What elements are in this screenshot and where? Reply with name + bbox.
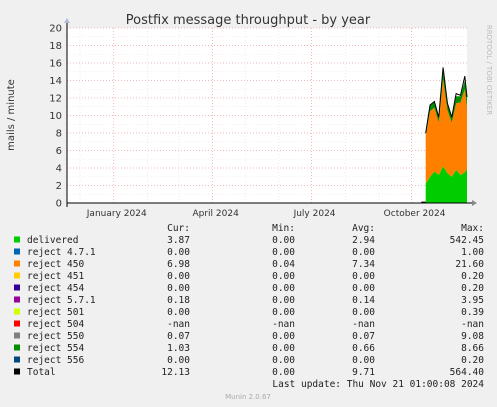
stats-value: 0.00	[272, 235, 295, 246]
y-tick-label: 2	[56, 181, 62, 192]
legend-label: reject 504	[27, 319, 84, 330]
stats-value: 7.34	[352, 259, 375, 270]
stats-value: 9.71	[352, 367, 375, 378]
stats-value: 0.00	[272, 247, 295, 258]
stats-value: 3.95	[461, 295, 484, 306]
stats-value: 0.20	[461, 283, 484, 294]
stats-value: 0.00	[272, 343, 295, 354]
stats-value: 21.60	[455, 259, 484, 270]
stats-value: 542.45	[450, 235, 484, 246]
stats-value: 564.40	[450, 367, 485, 378]
stats-value: 0.00	[167, 271, 190, 282]
stats-value: 0.20	[461, 271, 484, 282]
stats-value: 0.00	[272, 367, 295, 378]
stats-value: 1.03	[167, 343, 190, 354]
stats-value: 1.00	[461, 247, 484, 258]
stats-value: 0.00	[352, 247, 375, 258]
stats-header: Max:	[461, 223, 484, 234]
stats-value: 6.98	[167, 259, 190, 270]
legend-label: reject 556	[27, 355, 84, 366]
stats-value: 0.00	[167, 307, 190, 318]
stats-value: -nan	[167, 319, 190, 330]
stats-value: 0.00	[272, 331, 295, 342]
stats-value: 3.87	[167, 235, 190, 246]
stats-value: 0.07	[352, 331, 375, 342]
stats-value: -nan	[352, 319, 375, 330]
legend-label: reject 451	[27, 271, 84, 282]
chart-title: Postfix message throughput - by year	[126, 13, 371, 28]
stats-value: 0.00	[352, 307, 375, 318]
stats-value: 0.07	[167, 331, 190, 342]
legend-swatch	[14, 260, 20, 267]
stats-value: 0.66	[352, 343, 375, 354]
x-tick-label: January 2024	[86, 209, 147, 219]
y-tick-label: 18	[49, 41, 62, 52]
stats-value: 0.00	[167, 355, 190, 366]
stats-value: 0.14	[352, 295, 375, 306]
stats-value: 0.00	[352, 283, 375, 294]
legend-label: reject 550	[27, 331, 84, 342]
legend-label: reject 554	[27, 343, 84, 354]
stats-value: 0.00	[352, 271, 375, 282]
legend-swatch	[14, 296, 20, 303]
legend-swatch	[14, 272, 20, 279]
stats-value: 0.18	[167, 295, 190, 306]
stats-value: 8.66	[461, 343, 484, 354]
stats-value: -nan	[461, 319, 484, 330]
stats-value: 0.00	[272, 295, 295, 306]
stats-value: 0.00	[272, 355, 295, 366]
y-tick-label: 12	[49, 94, 62, 105]
legend-label: delivered	[27, 235, 78, 246]
stats-header: Avg:	[352, 223, 375, 234]
legend-swatch	[14, 248, 20, 255]
legend-label: reject 5.7.1	[27, 295, 96, 306]
stats-value: 0.04	[272, 259, 295, 270]
stats-value: 0.00	[167, 247, 190, 258]
legend-swatch	[14, 236, 20, 243]
y-tick-label: 4	[56, 164, 62, 175]
stats-value: 0.20	[461, 355, 484, 366]
y-axis-label: mails / minute	[6, 79, 17, 151]
x-tick-label: July 2024	[293, 209, 336, 219]
x-tick-label: October 2024	[384, 209, 446, 219]
stats-value: 2.94	[352, 235, 375, 246]
side-label: RRDTOOL / TOBI OETIKER	[485, 25, 493, 115]
legend-label: reject 450	[27, 259, 84, 270]
legend-swatch	[14, 308, 20, 315]
legend-swatch	[14, 356, 20, 363]
legend-swatch	[14, 320, 20, 327]
y-tick-label: 16	[49, 59, 62, 70]
y-tick-label: 14	[49, 76, 62, 87]
legend-label: reject 501	[27, 307, 84, 318]
y-tick-label: 6	[56, 146, 62, 157]
legend-swatch	[14, 332, 20, 339]
stats-value: 0.00	[272, 307, 295, 318]
x-tick-label: April 2024	[192, 209, 239, 219]
y-tick-label: 10	[49, 111, 62, 122]
legend-swatch	[14, 344, 20, 351]
stats-value: 12.13	[161, 367, 190, 378]
stats-value: 0.00	[167, 283, 190, 294]
stats-value: 0.00	[272, 283, 295, 294]
legend-label: reject 454	[27, 283, 84, 294]
stats-value: 0.00	[352, 355, 375, 366]
stats-value: 9.08	[461, 331, 484, 342]
legend-swatch	[14, 368, 20, 375]
y-tick-label: 0	[56, 199, 62, 210]
y-tick-label: 20	[49, 24, 62, 35]
stats-value: 0.39	[461, 307, 484, 318]
y-tick-label: 8	[56, 129, 62, 140]
legend-swatch	[14, 284, 20, 291]
legend-label: reject 4.7.1	[27, 247, 96, 258]
chart: Postfix message throughput - by year mai…	[0, 0, 497, 407]
legend-label: Total	[27, 367, 56, 378]
stats-header: Cur:	[167, 223, 190, 234]
footer-version: Munin 2.0.67	[225, 393, 271, 401]
last-update: Last update: Thu Nov 21 01:00:08 2024	[272, 379, 484, 390]
stats-value: 0.00	[272, 271, 295, 282]
stats-value: -nan	[272, 319, 295, 330]
stats-header: Min:	[272, 223, 295, 234]
